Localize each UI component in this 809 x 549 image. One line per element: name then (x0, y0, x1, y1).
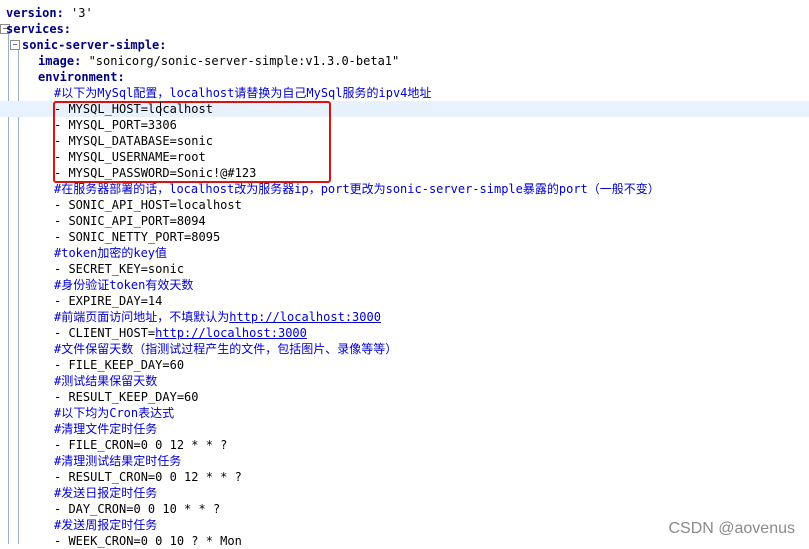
code-line[interactable]: environment: (0, 69, 809, 85)
code-line[interactable]: #文件保留天数（指测试过程产生的文件，包括图片、录像等等） (0, 341, 809, 357)
code-line[interactable]: image: "sonicorg/sonic-server-simple:v1.… (0, 53, 809, 69)
yaml-key: version: (6, 6, 64, 20)
yaml-key: services: (6, 22, 72, 36)
watermark: CSDN @aovenus (668, 520, 795, 537)
code-line[interactable]: - RESULT_CRON=0 0 12 * * ? (0, 469, 809, 485)
yaml-comment: #token加密的key值 (54, 246, 168, 260)
yaml-value: - SONIC_NETTY_PORT=8095 (54, 230, 221, 244)
code-line[interactable]: #测试结果保留天数 (0, 373, 809, 389)
code-line[interactable]: - EXPIRE_DAY=14 (0, 293, 809, 309)
yaml-comment: #以下为MySql配置，localhost请替换为自己MySql服务的ipv4地… (54, 86, 432, 100)
yaml-value: - CLIENT_HOST= (54, 326, 156, 340)
code-line[interactable]: - FILE_CRON=0 0 12 * * ? (0, 437, 809, 453)
code-line[interactable]: - DAY_CRON=0 0 10 * * ? (0, 501, 809, 517)
yaml-value: - SONIC_API_HOST=localhost (54, 198, 242, 212)
highlight-box (53, 101, 331, 183)
code-line[interactable]: #发送日报定时任务 (0, 485, 809, 501)
yaml-value: - EXPIRE_DAY=14 (54, 294, 163, 308)
yaml-key: sonic-server-simple: (22, 38, 167, 52)
code-line[interactable]: - RESULT_KEEP_DAY=60 (0, 389, 809, 405)
yaml-value: - FILE_KEEP_DAY=60 (54, 358, 185, 372)
code-line[interactable]: - SONIC_NETTY_PORT=8095 (0, 229, 809, 245)
yaml-value: '3' (63, 6, 93, 20)
yaml-comment: #测试结果保留天数 (54, 374, 158, 388)
code-editor[interactable]: − − version: '3' services: sonic-server-si… (0, 0, 809, 548)
text-caret (160, 102, 161, 116)
code-line[interactable]: #身份验证token有效天数 (0, 277, 809, 293)
yaml-comment: #清理文件定时任务 (54, 422, 158, 436)
yaml-comment: #发送日报定时任务 (54, 486, 158, 500)
code-line[interactable]: #以下为MySql配置，localhost请替换为自己MySql服务的ipv4地… (0, 85, 809, 101)
yaml-comment: #前端页面访问地址，不填默认为 (54, 310, 230, 324)
yaml-key: environment: (38, 70, 125, 84)
code-line[interactable]: - SONIC_API_HOST=localhost (0, 197, 809, 213)
code-line[interactable]: - CLIENT_HOST=http://localhost:3000 (0, 325, 809, 341)
code-line[interactable]: #前端页面访问地址，不填默认为http://localhost:3000 (0, 309, 809, 325)
code-line[interactable]: services: (0, 21, 809, 37)
yaml-value: - RESULT_KEEP_DAY=60 (54, 390, 199, 404)
code-line[interactable]: #清理测试结果定时任务 (0, 453, 809, 469)
yaml-comment: #清理测试结果定时任务 (54, 454, 182, 468)
yaml-comment: #发送周报定时任务 (54, 518, 158, 532)
url-link[interactable]: http://localhost:3000 (229, 310, 381, 324)
code-line[interactable]: sonic-server-simple: (0, 37, 809, 53)
code-line[interactable]: #以下均为Cron表达式 (0, 405, 809, 421)
code-line[interactable]: - SONIC_API_PORT=8094 (0, 213, 809, 229)
code-line[interactable]: #token加密的key值 (0, 245, 809, 261)
yaml-comment: #在服务器部署的话，localhost改为服务器ip，port更改为sonic-… (54, 182, 660, 196)
code-line[interactable]: - FILE_KEEP_DAY=60 (0, 357, 809, 373)
yaml-comment: #以下均为Cron表达式 (54, 406, 175, 420)
yaml-key: image: (38, 54, 82, 68)
yaml-value: - FILE_CRON=0 0 12 * * ? (54, 438, 228, 452)
yaml-value: - SONIC_API_PORT=8094 (54, 214, 206, 228)
code-line[interactable]: #清理文件定时任务 (0, 421, 809, 437)
yaml-value: - DAY_CRON=0 0 10 * * ? (54, 502, 221, 516)
yaml-value: "sonicorg/sonic-server-simple:v1.3.0-bet… (81, 54, 400, 68)
code-line[interactable]: #在服务器部署的话，localhost改为服务器ip，port更改为sonic-… (0, 181, 809, 197)
yaml-value: - RESULT_CRON=0 0 12 * * ? (54, 470, 242, 484)
yaml-comment: #文件保留天数（指测试过程产生的文件，包括图片、录像等等） (54, 342, 398, 356)
code-line[interactable]: version: '3' (0, 5, 809, 21)
yaml-comment: #身份验证token有效天数 (54, 278, 194, 292)
yaml-value: - SECRET_KEY=sonic (54, 262, 185, 276)
code-line[interactable]: - SECRET_KEY=sonic (0, 261, 809, 277)
url-link[interactable]: http://localhost:3000 (155, 326, 307, 340)
